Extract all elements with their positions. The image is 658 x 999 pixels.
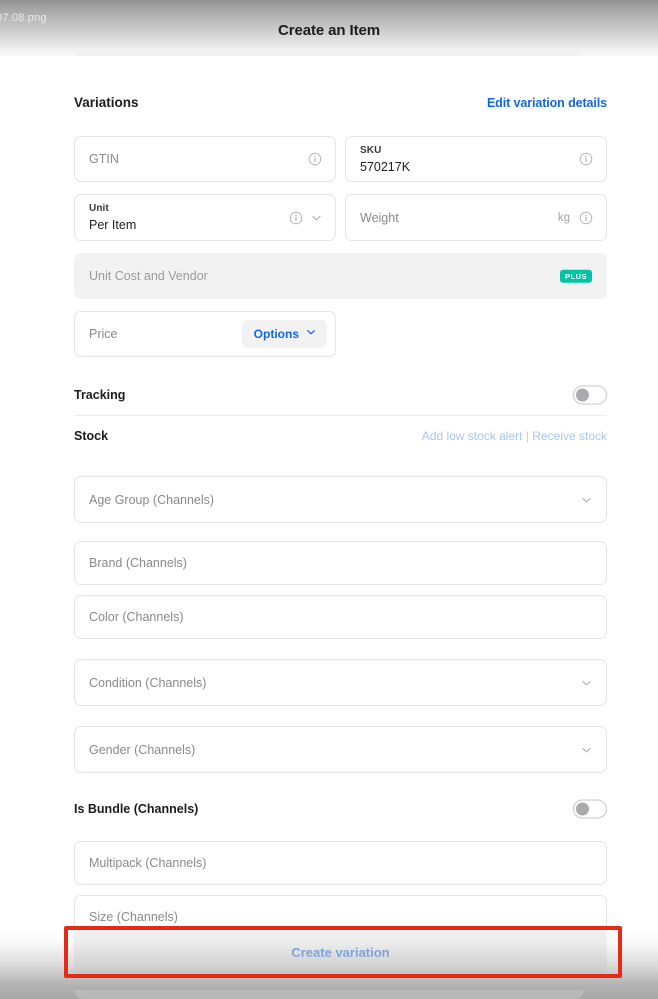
plus-badge: PLUS <box>559 269 592 283</box>
receive-stock-link[interactable]: Receive stock <box>532 429 607 443</box>
brand-channels-placeholder: Brand (Channels) <box>89 556 187 570</box>
toggle-knob <box>576 802 589 816</box>
info-icon[interactable] <box>579 152 593 166</box>
unit-cost-and-vendor-field[interactable]: Unit Cost and Vendor PLUS <box>74 253 607 299</box>
tracking-row: Tracking <box>74 375 607 415</box>
age-group-channels-placeholder: Age Group (Channels) <box>89 492 215 507</box>
multipack-channels-field[interactable]: Multipack (Channels) <box>74 841 607 885</box>
sku-value: 570217K <box>360 160 411 174</box>
price-options-button[interactable]: Options <box>241 320 327 348</box>
info-icon[interactable] <box>579 211 593 225</box>
condition-channels-placeholder: Condition (Channels) <box>89 675 207 690</box>
price-field[interactable]: Price Options <box>74 311 336 357</box>
tracking-toggle[interactable] <box>573 385 607 405</box>
price-options-label: Options <box>253 327 299 341</box>
modal-sheet: Variations Edit variation details GTIN S… <box>0 56 658 958</box>
unit-field[interactable]: Unit Per Item <box>74 194 336 241</box>
toggle-knob <box>576 388 589 402</box>
size-channels-placeholder: Size (Channels) <box>89 910 178 924</box>
stock-links-separator: | <box>525 429 529 443</box>
stock-label: Stock <box>74 429 109 443</box>
edit-variation-details-link[interactable]: Edit variation details <box>487 96 607 110</box>
form-content: Variations Edit variation details GTIN S… <box>74 56 607 939</box>
unit-weight-row: Unit Per Item Weight kg <box>74 194 607 241</box>
unit-cost-and-vendor-placeholder: Unit Cost and Vendor <box>89 269 208 283</box>
unit-label: Unit <box>89 203 109 214</box>
info-icon[interactable] <box>308 152 322 166</box>
color-channels-field[interactable]: Color (Channels) <box>74 595 607 639</box>
variations-section-header: Variations Edit variation details <box>74 92 607 122</box>
chevron-down-icon[interactable] <box>580 676 593 689</box>
unit-value: Per Item <box>89 218 137 232</box>
create-variation-button[interactable]: Create variation <box>74 930 607 974</box>
gender-channels-placeholder: Gender (Channels) <box>89 742 196 757</box>
gender-channels-field[interactable]: Gender (Channels) <box>74 726 607 773</box>
is-bundle-channels-row: Is Bundle (Channels) <box>74 789 607 829</box>
multipack-channels-placeholder: Multipack (Channels) <box>89 856 207 870</box>
gtin-sku-row: GTIN SKU 570217K <box>74 136 607 182</box>
color-channels-placeholder: Color (Channels) <box>89 610 184 624</box>
stock-links: Add low stock alert | Receive stock <box>422 429 607 443</box>
gtin-placeholder: GTIN <box>89 152 119 166</box>
tracking-label: Tracking <box>74 388 126 402</box>
stock-row: Stock Add low stock alert | Receive stoc… <box>74 416 607 456</box>
weight-placeholder: Weight <box>360 210 399 225</box>
section-title: Variations <box>74 95 139 110</box>
chevron-down-icon[interactable] <box>580 493 593 506</box>
chevron-down-icon <box>305 325 317 343</box>
info-icon[interactable] <box>289 211 303 225</box>
sku-field[interactable]: SKU 570217K <box>345 136 607 182</box>
screen-root: 07.08.png Create an Item Variations Edit… <box>0 0 658 999</box>
add-low-stock-alert-link[interactable]: Add low stock alert <box>422 429 523 443</box>
is-bundle-channels-label: Is Bundle (Channels) <box>74 802 199 816</box>
create-variation-label: Create variation <box>291 944 390 960</box>
price-placeholder: Price <box>89 327 118 341</box>
sku-label: SKU <box>360 145 382 156</box>
chevron-down-icon[interactable] <box>310 211 323 224</box>
condition-channels-field[interactable]: Condition (Channels) <box>74 659 607 706</box>
age-group-channels-field[interactable]: Age Group (Channels) <box>74 476 607 523</box>
gtin-field[interactable]: GTIN <box>74 136 336 182</box>
weight-unit-suffix: kg <box>557 211 570 224</box>
brand-channels-field[interactable]: Brand (Channels) <box>74 541 607 585</box>
chevron-down-icon[interactable] <box>580 743 593 756</box>
sheet-bottom-edge <box>74 990 584 999</box>
weight-field[interactable]: Weight kg <box>345 194 607 241</box>
is-bundle-toggle[interactable] <box>573 799 607 819</box>
page-title: Create an Item <box>278 22 380 39</box>
